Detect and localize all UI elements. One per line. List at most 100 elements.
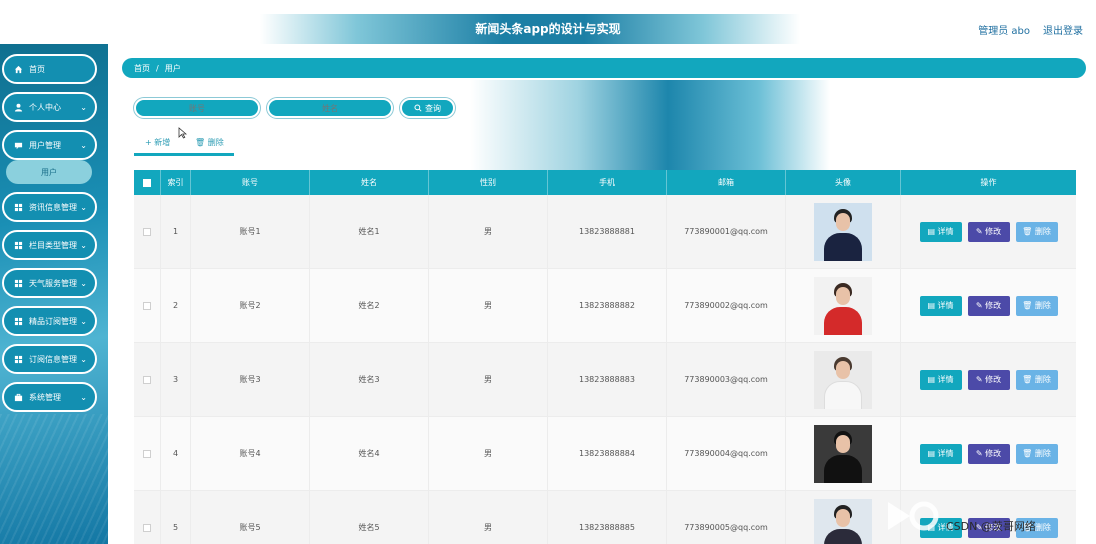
detail-button[interactable]: ▤ 详情 bbox=[919, 443, 962, 464]
sidebar-item-premium-subscription[interactable]: 精品订阅管理 ⌄ bbox=[2, 306, 97, 336]
sidebar-item-news-info[interactable]: 资讯信息管理 ⌄ bbox=[2, 192, 97, 222]
cell-gender: 男 bbox=[429, 343, 548, 416]
column-header: 邮箱 bbox=[667, 170, 786, 195]
sidebar-item-subscription-info[interactable]: 订阅信息管理 ⌄ bbox=[2, 344, 97, 374]
chat-icon bbox=[14, 141, 23, 150]
edit-icon: ✎ bbox=[975, 449, 986, 458]
cell-phone: 13823888883 bbox=[548, 343, 667, 416]
detail-button[interactable]: ▤ 详情 bbox=[919, 295, 962, 316]
query-button-label: 查询 bbox=[425, 103, 441, 113]
row-checkbox[interactable] bbox=[143, 375, 151, 384]
user-table: 索引 账号 姓名 性别 手机 邮箱 头像 操作 1 账号1 姓名1 男 1382… bbox=[134, 170, 1076, 544]
grid-icon bbox=[14, 279, 23, 288]
edit-button[interactable]: ✎ 修改 bbox=[967, 443, 1010, 464]
column-header: 性别 bbox=[429, 170, 548, 195]
grid-icon bbox=[14, 203, 23, 212]
briefcase-icon bbox=[14, 393, 23, 402]
account-search-input[interactable] bbox=[134, 98, 260, 118]
delete-button[interactable]: 🗑 删除 bbox=[1015, 295, 1058, 316]
row-checkbox[interactable] bbox=[143, 301, 151, 310]
query-button[interactable]: 查询 bbox=[400, 98, 455, 118]
cell-phone: 13823888885 bbox=[548, 491, 667, 544]
sidebar-item-weather-service[interactable]: 天气服务管理 ⌄ bbox=[2, 268, 97, 298]
grid-icon bbox=[14, 355, 23, 364]
column-header: 操作 bbox=[980, 178, 997, 187]
sidebar-item-system[interactable]: 系统管理 ⌄ bbox=[2, 382, 97, 412]
sidebar-item-column-type[interactable]: 栏目类型管理 ⌄ bbox=[2, 230, 97, 260]
user-icon bbox=[14, 103, 23, 112]
cell-email: 773890004@qq.com bbox=[667, 417, 786, 490]
table-row: 4 账号4 姓名4 男 13823888884 773890004@qq.com… bbox=[134, 417, 1076, 491]
column-header: 索引 bbox=[161, 170, 191, 195]
sidebar-item-label: 天气服务管理 bbox=[29, 278, 77, 288]
row-checkbox[interactable] bbox=[143, 523, 151, 532]
edit-button[interactable]: ✎ 修改 bbox=[967, 295, 1010, 316]
user-name: 管理员 abo bbox=[978, 26, 1030, 37]
detail-icon: ▤ bbox=[927, 227, 938, 236]
edit-button[interactable]: ✎ 修改 bbox=[967, 221, 1010, 242]
cell-gender: 男 bbox=[429, 269, 548, 342]
cell-gender: 男 bbox=[429, 195, 548, 268]
top-header: 新闻头条app的设计与实现 管理员 abo 退出登录 bbox=[0, 0, 1096, 44]
logout-link[interactable]: 退出登录 bbox=[1043, 22, 1083, 37]
cell-email: 773890005@qq.com bbox=[667, 491, 786, 544]
sidebar: 首页 个人中心 ⌄ 用户管理 ⌄ 用户 资讯信息管理 ⌄ 栏目类型管理 ⌄ 天气… bbox=[0, 44, 108, 544]
row-checkbox[interactable] bbox=[143, 227, 151, 236]
cell-email: 773890001@qq.com bbox=[667, 195, 786, 268]
chevron-down-icon: ⌄ bbox=[80, 355, 87, 364]
delete-button[interactable]: 🗑 删除 bbox=[1015, 221, 1058, 242]
cell-name: 姓名2 bbox=[310, 269, 429, 342]
detail-button[interactable]: ▤ 详情 bbox=[919, 221, 962, 242]
table-row: 1 账号1 姓名1 男 13823888881 773890001@qq.com… bbox=[134, 195, 1076, 269]
sidebar-item-label: 个人中心 bbox=[29, 102, 61, 112]
detail-button[interactable]: ▤ 详情 bbox=[919, 369, 962, 390]
column-header: 手机 bbox=[548, 170, 667, 195]
chevron-down-icon: ⌄ bbox=[80, 141, 87, 150]
sidebar-item-label: 精品订阅管理 bbox=[29, 316, 77, 326]
table-header: 索引 账号 姓名 性别 手机 邮箱 头像 操作 bbox=[134, 170, 1076, 195]
table-row: 2 账号2 姓名2 男 13823888882 773890002@qq.com… bbox=[134, 269, 1076, 343]
sidebar-item-home[interactable]: 首页 bbox=[2, 54, 97, 84]
delete-button[interactable]: 🗑 删除 bbox=[1015, 443, 1058, 464]
cell-name: 姓名1 bbox=[310, 195, 429, 268]
sidebar-item-personal-center[interactable]: 个人中心 ⌄ bbox=[2, 92, 97, 122]
batch-delete-label: 删除 bbox=[207, 138, 224, 147]
sidebar-item-label: 首页 bbox=[29, 64, 45, 74]
submenu-item-users[interactable]: 用户 bbox=[6, 160, 92, 184]
select-all-checkbox[interactable] bbox=[134, 170, 161, 195]
avatar bbox=[814, 350, 872, 409]
detail-icon: ▤ bbox=[927, 301, 938, 310]
cell-phone: 13823888882 bbox=[548, 269, 667, 342]
add-button[interactable]: + 新增 bbox=[145, 137, 170, 148]
sidebar-item-label: 订阅信息管理 bbox=[29, 354, 77, 364]
cell-index: 4 bbox=[161, 417, 191, 490]
table-row: 3 账号3 姓名3 男 13823888883 773890003@qq.com… bbox=[134, 343, 1076, 417]
cell-index: 2 bbox=[161, 269, 191, 342]
chevron-down-icon: ⌄ bbox=[80, 393, 87, 402]
trash-icon: 🗑 bbox=[1022, 301, 1035, 310]
delete-button[interactable]: 🗑 删除 bbox=[1015, 369, 1058, 390]
decorative-banner bbox=[470, 80, 830, 170]
mouse-cursor-icon bbox=[178, 124, 188, 143]
row-checkbox[interactable] bbox=[143, 449, 151, 458]
trash-icon: 🗑 bbox=[1022, 227, 1035, 236]
chevron-down-icon: ⌄ bbox=[80, 279, 87, 288]
breadcrumb-separator: / bbox=[156, 63, 159, 73]
cell-phone: 13823888884 bbox=[548, 417, 667, 490]
column-header: 姓名 bbox=[310, 170, 429, 195]
edit-button[interactable]: ✎ 修改 bbox=[967, 369, 1010, 390]
breadcrumb-home[interactable]: 首页 bbox=[134, 63, 150, 74]
sidebar-item-label: 栏目类型管理 bbox=[29, 240, 77, 250]
trash-icon: 🗑 bbox=[1022, 449, 1035, 458]
search-icon bbox=[414, 104, 422, 112]
cell-phone: 13823888881 bbox=[548, 195, 667, 268]
app-title: 新闻头条app的设计与实现 bbox=[475, 22, 621, 36]
sidebar-item-user-management[interactable]: 用户管理 ⌄ bbox=[2, 130, 97, 160]
name-search-input[interactable] bbox=[267, 98, 393, 118]
action-tab-underline bbox=[134, 153, 234, 156]
batch-delete-button[interactable]: 🗑 删除 bbox=[195, 137, 224, 148]
cell-name: 姓名5 bbox=[310, 491, 429, 544]
sidebar-item-label: 系统管理 bbox=[29, 392, 61, 402]
cell-name: 姓名3 bbox=[310, 343, 429, 416]
avatar bbox=[814, 276, 872, 335]
